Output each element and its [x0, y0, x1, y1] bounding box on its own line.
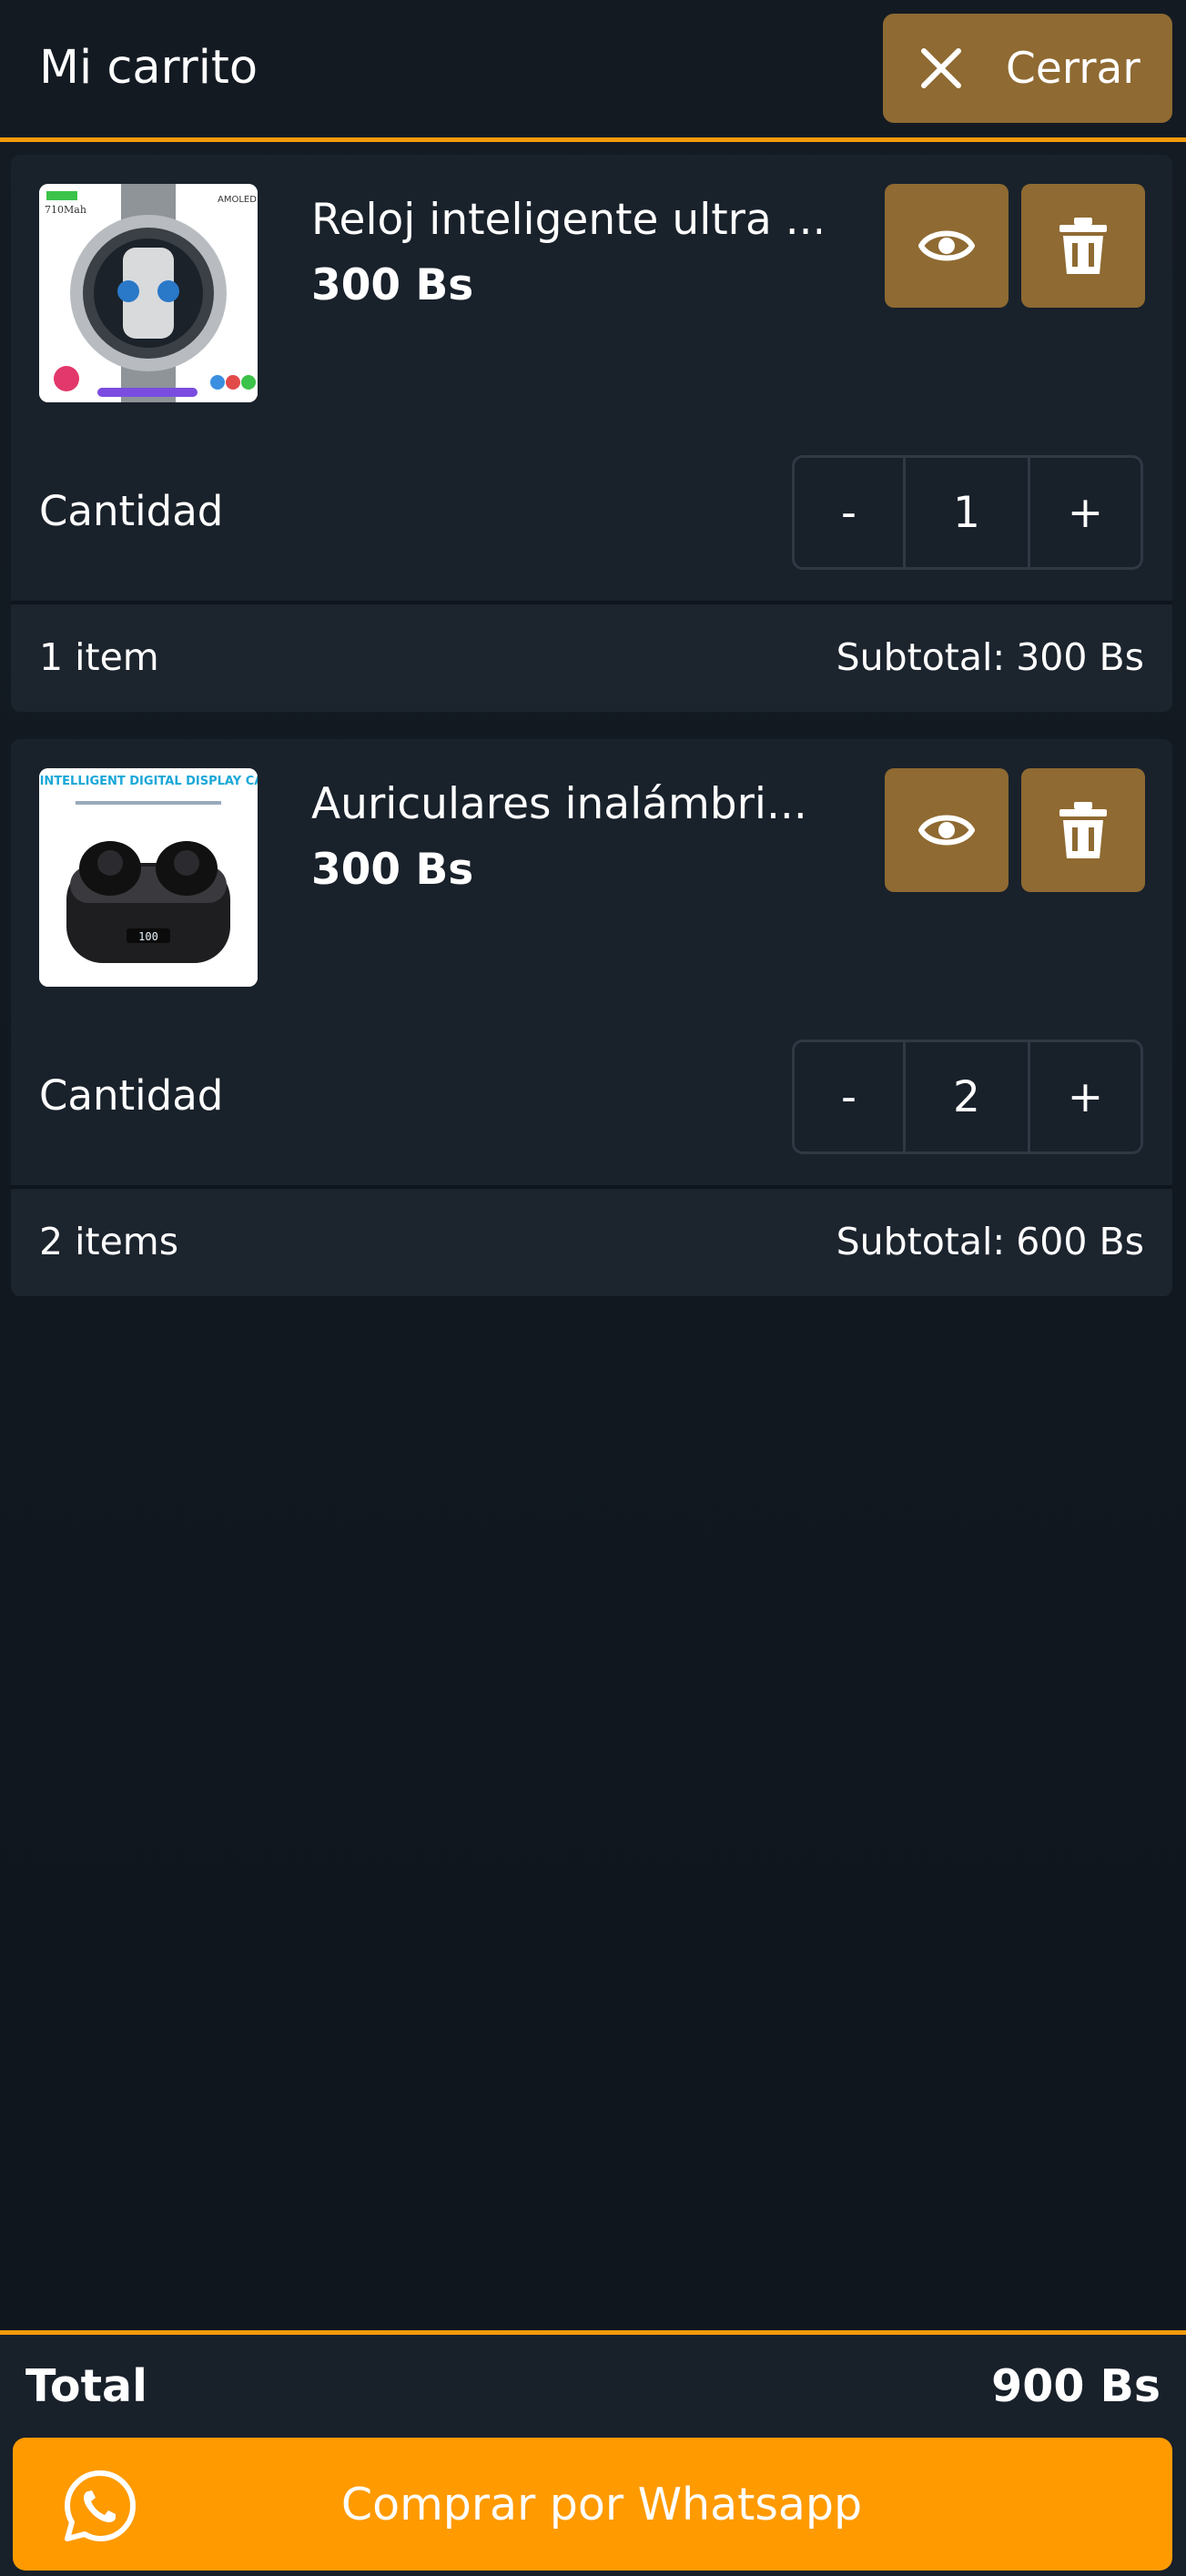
whatsapp-buy-button[interactable]: Comprar por Whatsapp: [13, 2438, 1172, 2571]
quantity-value: 2: [906, 1042, 1030, 1151]
earbuds-image: LED INTELLIGENT DIGITAL DISPLAY CABIN 10…: [39, 768, 258, 987]
svg-text:710Mah: 710Mah: [45, 204, 86, 216]
close-button-label: Cerrar: [1006, 43, 1140, 94]
svg-text:100: 100: [138, 930, 158, 943]
subtotal-value: 600 Bs: [1016, 1220, 1144, 1263]
product-name: Reloj inteligente ultra ...: [311, 195, 821, 245]
items-count: 2 items: [39, 1220, 179, 1263]
svg-text:AMOLED: AMOLED: [218, 195, 257, 205]
total-value: 900 Bs: [991, 2360, 1161, 2412]
quantity-label: Cantidad: [39, 1071, 224, 1120]
product-image[interactable]: LED INTELLIGENT DIGITAL DISPLAY CABIN 10…: [39, 768, 258, 987]
whatsapp-icon: [65, 2470, 136, 2541]
view-button[interactable]: [885, 768, 1009, 892]
subtotal-label: Subtotal:: [836, 635, 1006, 679]
subtotal: Subtotal: 600 Bs: [836, 1212, 1144, 1271]
eye-icon: [918, 815, 975, 846]
product-price: 300 Bs: [311, 845, 474, 895]
increase-button[interactable]: +: [1030, 458, 1140, 567]
whatsapp-buy-label: Comprar por Whatsapp: [340, 2478, 863, 2530]
delete-button[interactable]: [1021, 184, 1145, 308]
cart-item: 710Mah AMOLED Reloj inteligente ultra ..…: [11, 155, 1172, 712]
product-image[interactable]: 710Mah AMOLED: [39, 184, 258, 402]
trash-icon: [1059, 802, 1107, 858]
subtotal-label: Subtotal:: [836, 1220, 1006, 1263]
close-icon: [921, 48, 961, 88]
trash-icon: [1059, 218, 1107, 274]
quantity-label: Cantidad: [39, 487, 224, 535]
delete-button[interactable]: [1021, 768, 1145, 892]
page-title: Mi carrito: [39, 41, 258, 95]
items-count: 1 item: [39, 635, 159, 679]
quantity-stepper: - 1 +: [792, 455, 1143, 570]
view-button[interactable]: [885, 184, 1009, 308]
quantity-value: 1: [906, 458, 1030, 567]
cart-header: Mi carrito Cerrar: [0, 0, 1186, 142]
item-summary: 2 items Subtotal: 600 Bs: [11, 1185, 1172, 1296]
subtotal: Subtotal: 300 Bs: [836, 628, 1144, 686]
increase-button[interactable]: +: [1030, 1042, 1140, 1151]
product-name: Auriculares inalámbri...: [311, 779, 807, 829]
decrease-button[interactable]: -: [795, 458, 906, 567]
product-price: 300 Bs: [311, 260, 474, 310]
cart-item: LED INTELLIGENT DIGITAL DISPLAY CABIN 10…: [11, 739, 1172, 1296]
cart-footer: Total 900 Bs Comprar por Whatsapp: [0, 2330, 1186, 2576]
item-summary: 1 item Subtotal: 300 Bs: [11, 601, 1172, 712]
eye-icon: [918, 230, 975, 261]
close-button[interactable]: Cerrar: [883, 14, 1172, 123]
quantity-stepper: - 2 +: [792, 1040, 1143, 1154]
image-caption: LED INTELLIGENT DIGITAL DISPLAY CABIN: [39, 775, 258, 788]
decrease-button[interactable]: -: [795, 1042, 906, 1151]
cart-panel: Mi carrito Cerrar 710Mah AMOLED Reloj in…: [0, 0, 1186, 2576]
subtotal-value: 300 Bs: [1016, 635, 1144, 679]
total-label: Total: [25, 2360, 147, 2412]
smartwatch-image: 710Mah AMOLED: [39, 184, 258, 402]
